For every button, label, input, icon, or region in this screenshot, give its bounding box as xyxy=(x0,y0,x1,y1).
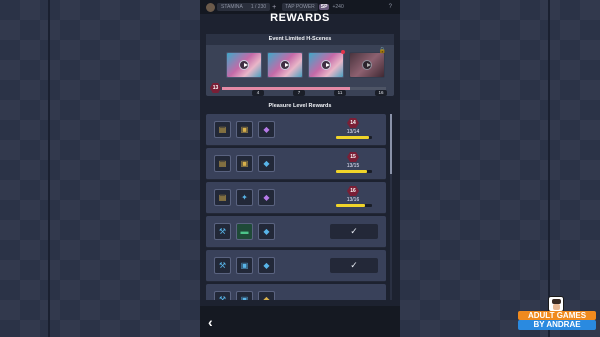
reward-level-badge: 16 xyxy=(347,186,359,196)
current-level-badge: 13 xyxy=(210,83,221,93)
reward-row: ▤ ▣ ◆ 15 13/15 xyxy=(206,148,386,180)
rewards-scrollbar[interactable] xyxy=(390,114,392,300)
add-stamina-button[interactable]: + xyxy=(272,4,276,11)
back-button[interactable]: ‹ xyxy=(208,314,213,330)
reward-level-badge: 14 xyxy=(347,118,359,128)
event-scenes-panel: Event Limited H-Scenes 🔒 13 4 7 11 16 xyxy=(206,34,394,96)
event-scenes-heading: Event Limited H-Scenes xyxy=(206,34,394,45)
watermark-line1: ADULT GAMES xyxy=(518,311,596,320)
scrollbar-thumb[interactable] xyxy=(390,114,392,174)
potion-reward-icon: ✦ xyxy=(236,189,253,206)
reward-progress-text: 13/15 xyxy=(346,163,360,169)
claimed-button[interactable]: ✓ xyxy=(330,258,378,273)
milestone-label: 7 xyxy=(293,90,305,96)
help-button[interactable]: ? xyxy=(389,4,392,10)
watermark-line2: BY ANDRAE xyxy=(518,320,596,330)
play-icon xyxy=(239,60,249,70)
watermark-avatar xyxy=(548,296,564,312)
reward-progress-bar xyxy=(336,170,372,173)
chest-reward-icon: ▣ xyxy=(236,291,253,300)
tool-reward-icon: ⚒ xyxy=(214,291,231,300)
reward-row: ▤ ✦ ◆ 16 13/16 xyxy=(206,182,386,214)
stamina-box: STAMINA 1 / 230 xyxy=(217,3,271,11)
reward-level-badge: 15 xyxy=(347,152,359,162)
notification-dot xyxy=(341,50,345,54)
rewards-list[interactable]: ▤ ▣ ◆ 14 13/14 ▤ ▣ ◆ 15 13/15 ▤ ✦ ◆ 16 1… xyxy=(206,114,390,300)
tool-reward-icon: ⚒ xyxy=(214,257,231,274)
lock-icon: 🔒 xyxy=(378,48,386,54)
reward-progress-bar xyxy=(336,136,372,139)
milestone-label: 16 xyxy=(375,90,387,96)
play-icon xyxy=(362,60,372,70)
chest-reward-icon: ▣ xyxy=(236,155,253,172)
background-divider xyxy=(548,0,550,337)
tool-reward-icon: ⚒ xyxy=(214,223,231,240)
scene-thumbnail[interactable] xyxy=(226,52,262,78)
scene-thumbnail[interactable] xyxy=(308,50,345,78)
page-title: REWARDS xyxy=(270,12,330,24)
scroll-reward-icon: ▤ xyxy=(214,121,231,138)
claimed-button[interactable]: ✓ xyxy=(330,224,378,239)
milestone-label: 4 xyxy=(252,90,264,96)
scroll-reward-icon: ▤ xyxy=(214,155,231,172)
stamina-value: 1 / 230 xyxy=(250,4,267,10)
event-progress-fill xyxy=(222,87,350,90)
gem-reward-icon: ◆ xyxy=(258,121,275,138)
scene-thumbnail-locked[interactable]: 🔒 xyxy=(349,48,386,78)
event-progress-track: 13 4 7 11 16 xyxy=(210,83,390,96)
stamina-label: STAMINA xyxy=(221,4,243,10)
sp-badge: SP xyxy=(318,4,330,10)
reward-progress-text: 13/16 xyxy=(346,197,360,203)
rewards-heading: Pleasure Level Rewards xyxy=(268,103,332,109)
game-screen: STAMINA 1 / 230 + TAP POWER SP +240 ? RE… xyxy=(200,0,400,337)
chest-reward-icon: ▣ xyxy=(236,121,253,138)
reward-row: ⚒ ▣ ◆ xyxy=(206,284,386,300)
gem-reward-icon: ◆ xyxy=(258,189,275,206)
reward-progress-fill xyxy=(336,170,368,173)
scene-thumbnail[interactable] xyxy=(267,52,303,78)
gem-reward-icon: ◆ xyxy=(258,155,275,172)
gem-reward-icon: ◆ xyxy=(258,223,275,240)
reward-row: ⚒ ▬ ◆ ✓ xyxy=(206,216,386,248)
chest-reward-icon: ▣ xyxy=(236,257,253,274)
tap-power-value: +240 xyxy=(332,4,344,10)
watermark-logo: ADULT GAMES BY ANDRAE xyxy=(518,296,596,330)
tap-power-resource: TAP POWER SP +240 xyxy=(282,3,344,11)
milestone-label: 11 xyxy=(334,90,346,96)
stamina-icon xyxy=(206,2,215,12)
bottom-nav: ‹ xyxy=(200,306,400,337)
play-icon xyxy=(280,60,290,70)
background-divider xyxy=(48,0,50,337)
reward-row: ⚒ ▣ ◆ ✓ xyxy=(206,250,386,282)
ticket-reward-icon: ▬ xyxy=(236,223,253,240)
stamina-resource: STAMINA 1 / 230 + xyxy=(206,2,276,12)
tap-power-label: TAP POWER xyxy=(282,3,318,11)
reward-row: ▤ ▣ ◆ 14 13/14 xyxy=(206,114,386,146)
scroll-reward-icon: ▤ xyxy=(214,189,231,206)
reward-progress-fill xyxy=(336,136,370,139)
reward-progress-fill xyxy=(336,204,366,207)
play-icon xyxy=(321,60,331,70)
scene-list: 🔒 xyxy=(220,48,390,79)
reward-progress-text: 13/14 xyxy=(346,129,360,135)
reward-progress-bar xyxy=(336,204,372,207)
gem-reward-icon: ◆ xyxy=(258,291,275,300)
gem-reward-icon: ◆ xyxy=(258,257,275,274)
